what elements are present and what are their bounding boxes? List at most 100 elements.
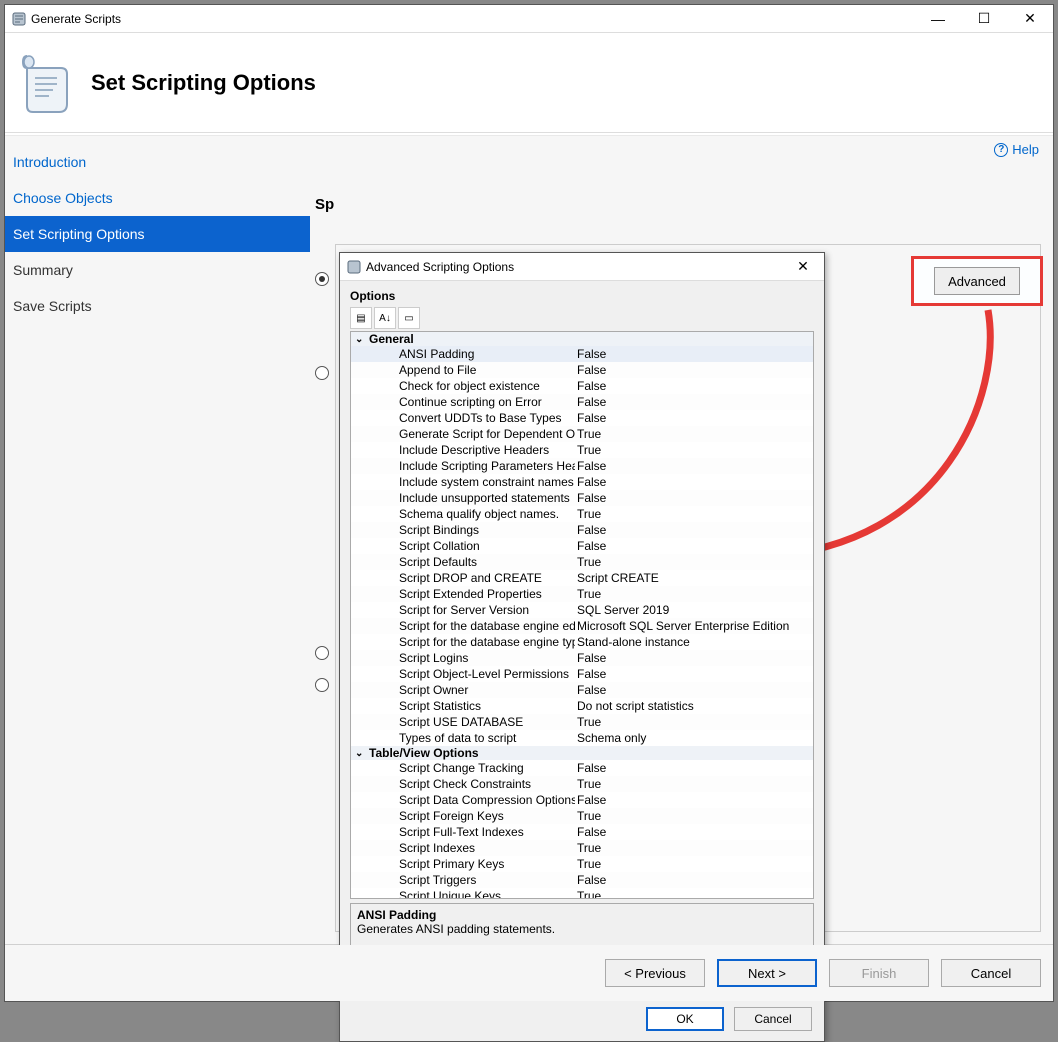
property-row[interactable]: Script BindingsFalse <box>351 522 813 538</box>
property-value[interactable]: True <box>575 555 813 569</box>
maximize-button[interactable]: ☐ <box>961 5 1007 33</box>
property-value[interactable]: SQL Server 2019 <box>575 603 813 617</box>
property-row[interactable]: Script OwnerFalse <box>351 682 813 698</box>
wizard-step-choose-objects[interactable]: Choose Objects <box>5 180 310 216</box>
property-value[interactable]: False <box>575 667 813 681</box>
next-button[interactable]: Next > <box>717 959 817 987</box>
property-row[interactable]: Types of data to scriptSchema only <box>351 730 813 746</box>
property-value[interactable]: False <box>575 651 813 665</box>
property-value[interactable]: False <box>575 523 813 537</box>
dialog-titlebar: Advanced Scripting Options ✕ <box>340 253 824 281</box>
help-link[interactable]: ? Help <box>994 142 1039 157</box>
property-value[interactable]: False <box>575 539 813 553</box>
previous-button[interactable]: < Previous <box>605 959 705 987</box>
property-label: Script Defaults <box>351 555 575 569</box>
wizard-footer: < Previous Next > Finish Cancel <box>5 945 1053 1001</box>
property-value[interactable]: False <box>575 395 813 409</box>
property-value[interactable]: False <box>575 761 813 775</box>
output-option-radio-2[interactable] <box>315 366 329 380</box>
property-value[interactable]: True <box>575 427 813 441</box>
ok-button[interactable]: OK <box>646 1007 724 1031</box>
property-value[interactable]: True <box>575 889 813 899</box>
chevron-down-icon: ⌄ <box>355 334 369 345</box>
output-option-radio-1[interactable] <box>315 272 329 286</box>
wizard-titlebar: Generate Scripts — ☐ ✕ <box>5 5 1053 33</box>
wizard-cancel-button[interactable]: Cancel <box>941 959 1041 987</box>
property-value[interactable]: False <box>575 363 813 377</box>
property-value[interactable]: True <box>575 841 813 855</box>
property-row[interactable]: Convert UDDTs to Base TypesFalse <box>351 410 813 426</box>
categorized-view-button[interactable]: ▤ <box>350 307 372 329</box>
property-value[interactable]: Script CREATE <box>575 571 813 585</box>
property-value[interactable]: False <box>575 793 813 807</box>
property-row[interactable]: Schema qualify object names.True <box>351 506 813 522</box>
property-value[interactable]: True <box>575 809 813 823</box>
property-value[interactable]: True <box>575 715 813 729</box>
property-row[interactable]: Append to FileFalse <box>351 362 813 378</box>
property-row[interactable]: Script Extended PropertiesTrue <box>351 586 813 602</box>
property-row[interactable]: Script Data Compression OptionsFalse <box>351 792 813 808</box>
property-row[interactable]: Script Foreign KeysTrue <box>351 808 813 824</box>
property-row[interactable]: Script Unique KeysTrue <box>351 888 813 899</box>
property-row[interactable]: Include Descriptive HeadersTrue <box>351 442 813 458</box>
property-grid[interactable]: ⌄GeneralANSI PaddingFalseAppend to FileF… <box>350 331 814 899</box>
property-value[interactable]: Microsoft SQL Server Enterprise Edition <box>575 619 813 633</box>
wizard-step-set-scripting-options[interactable]: Set Scripting Options <box>5 216 310 252</box>
property-value[interactable]: False <box>575 475 813 489</box>
property-value[interactable]: False <box>575 683 813 697</box>
property-row[interactable]: Script Change TrackingFalse <box>351 760 813 776</box>
output-option-radio-3[interactable] <box>315 646 329 660</box>
property-value[interactable]: False <box>575 347 813 361</box>
property-value[interactable]: True <box>575 777 813 791</box>
property-label: Check for object existence <box>351 379 575 393</box>
property-row[interactable]: Include system constraint namesFalse <box>351 474 813 490</box>
property-row[interactable]: Script USE DATABASETrue <box>351 714 813 730</box>
minimize-button[interactable]: — <box>915 5 961 33</box>
property-value[interactable]: False <box>575 873 813 887</box>
property-row[interactable]: Script CollationFalse <box>351 538 813 554</box>
property-value[interactable]: True <box>575 443 813 457</box>
property-value[interactable]: True <box>575 857 813 871</box>
property-row[interactable]: Script StatisticsDo not script statistic… <box>351 698 813 714</box>
alphabetical-view-button[interactable]: A↓ <box>374 307 396 329</box>
dialog-close-button[interactable]: ✕ <box>788 258 818 275</box>
category-general[interactable]: ⌄General <box>351 332 813 346</box>
property-row[interactable]: Script DefaultsTrue <box>351 554 813 570</box>
property-row[interactable]: Script Check ConstraintsTrue <box>351 776 813 792</box>
wizard-step-summary[interactable]: Summary <box>5 252 310 288</box>
category-table-view-options[interactable]: ⌄Table/View Options <box>351 746 813 760</box>
property-row[interactable]: Script TriggersFalse <box>351 872 813 888</box>
property-row[interactable]: ANSI PaddingFalse <box>351 346 813 362</box>
property-row[interactable]: Include Scripting Parameters HeaderFalse <box>351 458 813 474</box>
property-value[interactable]: Schema only <box>575 731 813 745</box>
property-row[interactable]: Generate Script for Dependent ObjectsTru… <box>351 426 813 442</box>
property-value[interactable]: True <box>575 507 813 521</box>
property-value[interactable]: False <box>575 491 813 505</box>
wizard-step-save-scripts[interactable]: Save Scripts <box>5 288 310 324</box>
property-row[interactable]: Script for Server VersionSQL Server 2019 <box>351 602 813 618</box>
property-value[interactable]: False <box>575 411 813 425</box>
property-pages-button[interactable]: ▭ <box>398 307 420 329</box>
close-button[interactable]: ✕ <box>1007 5 1053 33</box>
property-row[interactable]: Script Primary KeysTrue <box>351 856 813 872</box>
property-value[interactable]: Do not script statistics <box>575 699 813 713</box>
wizard-step-introduction[interactable]: Introduction <box>5 144 310 180</box>
property-row[interactable]: Check for object existenceFalse <box>351 378 813 394</box>
property-row[interactable]: Continue scripting on ErrorFalse <box>351 394 813 410</box>
property-value[interactable]: False <box>575 379 813 393</box>
property-row[interactable]: Script for the database engine editionMi… <box>351 618 813 634</box>
property-row[interactable]: Script DROP and CREATEScript CREATE <box>351 570 813 586</box>
property-row[interactable]: Script IndexesTrue <box>351 840 813 856</box>
cancel-button[interactable]: Cancel <box>734 1007 812 1031</box>
property-row[interactable]: Script LoginsFalse <box>351 650 813 666</box>
property-value[interactable]: Stand-alone instance <box>575 635 813 649</box>
property-value[interactable]: False <box>575 825 813 839</box>
advanced-button[interactable]: Advanced <box>934 267 1020 295</box>
property-value[interactable]: False <box>575 459 813 473</box>
property-row[interactable]: Include unsupported statementsFalse <box>351 490 813 506</box>
property-row[interactable]: Script for the database engine typeStand… <box>351 634 813 650</box>
output-option-radio-4[interactable] <box>315 678 329 692</box>
property-row[interactable]: Script Object-Level PermissionsFalse <box>351 666 813 682</box>
property-value[interactable]: True <box>575 587 813 601</box>
property-row[interactable]: Script Full-Text IndexesFalse <box>351 824 813 840</box>
